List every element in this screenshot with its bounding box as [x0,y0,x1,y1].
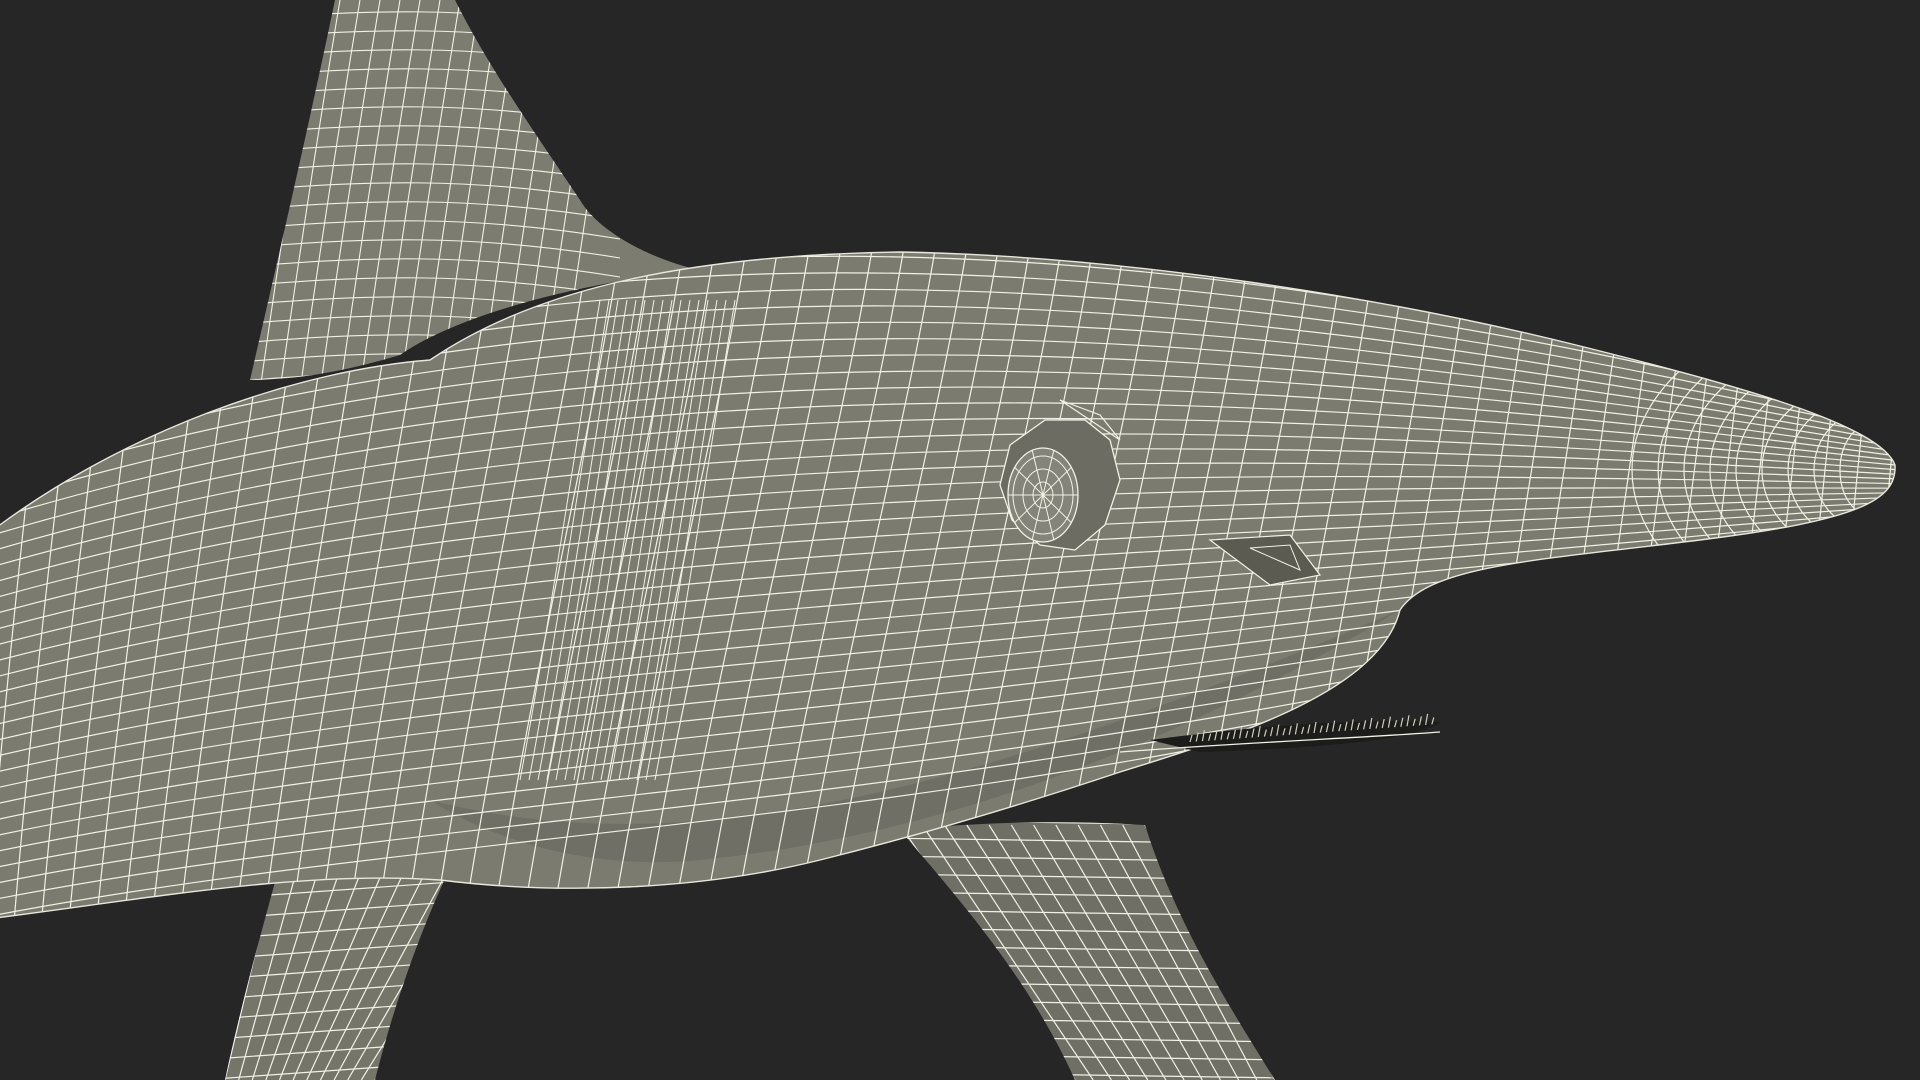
shark-wireframe-render [0,0,1896,1080]
viewport-background [0,0,1920,1080]
pectoral-fin-right [900,822,1275,1080]
